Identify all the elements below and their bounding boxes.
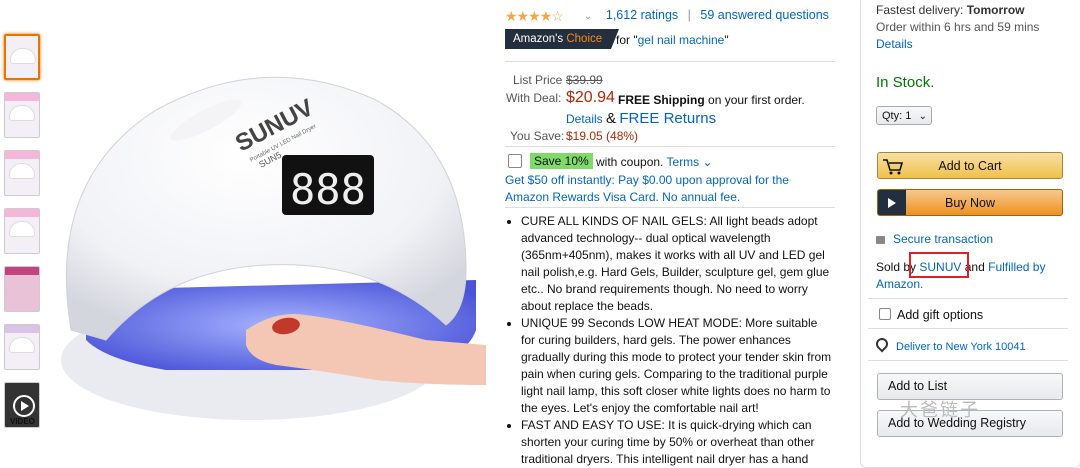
deal-label: With Deal: <box>506 91 562 105</box>
gift-label: Add gift options <box>897 308 984 322</box>
cart-icon <box>883 159 904 175</box>
order-within: Order within 6 hrs and 59 mins <box>876 20 1040 34</box>
ratings-count-link[interactable]: 1,612 ratings <box>606 8 678 22</box>
choice-prefix: Amazon's <box>513 33 564 45</box>
choice-query: for "gel nail machine" <box>616 33 729 47</box>
feature-bullets: CURE ALL KINDS OF NAIL GELS: All light b… <box>507 213 832 468</box>
amp: & <box>606 110 617 127</box>
thumbnail-2[interactable] <box>4 92 40 138</box>
video-label: VIDEO <box>10 417 35 426</box>
secure-transaction: Secure transaction <box>876 232 993 246</box>
coupon-text: with coupon. <box>596 155 664 169</box>
divider <box>505 207 835 208</box>
divider <box>868 328 1068 329</box>
list-price-label: List Price <box>513 73 563 87</box>
returns-line: Details & FREE Returns <box>566 110 716 127</box>
rewards-link[interactable]: Get $50 off instantly: Pay $0.00 upon ap… <box>505 172 835 206</box>
thumbnail-strip <box>4 34 42 440</box>
fastest-delivery: Fastest delivery: Tomorrow <box>876 3 1025 17</box>
free-shipping: FREE Shipping <box>618 93 705 107</box>
buy-now-button[interactable]: Buy Now <box>877 189 1063 216</box>
choice-word: Choice <box>566 33 603 45</box>
shipping-note: on your first order. <box>708 93 805 107</box>
secure-transaction-link[interactable]: Secure transaction <box>893 232 993 246</box>
quantity-select[interactable]: Qty: 1 ⌄ <box>876 106 932 125</box>
delivery-details-link[interactable]: Details <box>876 37 913 51</box>
add-to-cart-label: Add to Cart <box>938 159 1002 173</box>
feature-bullet: CURE ALL KINDS OF NAIL GELS: All light b… <box>521 213 832 315</box>
ratings-row: ⌄ 1,612 ratings | 59 answered questions <box>584 8 829 22</box>
answered-questions-link[interactable]: 59 answered questions <box>700 8 829 22</box>
terms-link[interactable]: Terms ⌄ <box>667 155 713 169</box>
star-rating[interactable]: ★★★★☆ <box>505 8 564 25</box>
details-link[interactable]: Details <box>566 112 603 126</box>
for-text: for " <box>616 33 638 47</box>
play-icon <box>13 395 35 417</box>
coupon-line: with coupon. Terms ⌄ <box>596 155 713 169</box>
feature-bullet: UNIQUE 99 Seconds LOW HEAT MODE: More su… <box>521 315 832 417</box>
play-icon <box>878 190 906 215</box>
product-image[interactable]: SUNUV Portable UV LED Nail Dryer SUN5 88… <box>46 40 496 440</box>
fastest-value: Tomorrow <box>966 3 1025 17</box>
deliver-to[interactable]: Deliver to New York 10041 <box>873 335 1026 353</box>
watermark: 大爸链子 <box>900 400 980 420</box>
divider <box>505 61 835 62</box>
coupon-checkbox[interactable] <box>508 154 522 168</box>
stock-status: In Stock. <box>876 74 935 91</box>
free-returns-link[interactable]: FREE Returns <box>619 110 716 127</box>
shipping-line: FREE Shipping on your first order. <box>618 93 805 107</box>
location-pin-icon <box>873 335 891 353</box>
deal-price: $20.94 <box>566 89 615 106</box>
divider <box>505 146 835 147</box>
thumbnail-4[interactable] <box>4 208 40 254</box>
seller-highlight-box <box>909 252 969 278</box>
coupon-badge: Save 10% <box>530 153 593 169</box>
ratings-separator: | <box>687 8 691 22</box>
gift-options[interactable]: Add gift options <box>876 307 983 322</box>
thumbnail-1[interactable] <box>4 34 40 80</box>
you-save-label: You Save: <box>510 129 565 143</box>
gift-checkbox[interactable] <box>879 308 891 320</box>
thumbnail-5[interactable] <box>4 266 40 312</box>
feature-bullet: FAST AND EASY TO USE: It is quick-drying… <box>521 417 832 468</box>
chevron-down-icon: ⌄ <box>918 111 927 122</box>
led-display-text: 888 <box>290 165 366 214</box>
buy-now-label: Buy Now <box>944 196 996 210</box>
qty-value: Qty: 1 <box>882 110 912 122</box>
add-to-cart-button[interactable]: Add to Cart <box>877 152 1063 179</box>
deliver-to-link[interactable]: Deliver to New York 10041 <box>896 341 1026 353</box>
close-quote: " <box>724 33 729 47</box>
thumbnail-6[interactable] <box>4 324 40 370</box>
divider <box>868 298 1068 299</box>
choice-query-link[interactable]: gel nail machine <box>638 33 725 47</box>
thumbnail-3[interactable] <box>4 150 40 196</box>
lock-icon <box>876 236 885 244</box>
add-to-list-label: Add to List <box>888 379 948 393</box>
fastest-label: Fastest delivery: <box>876 3 964 17</box>
you-save-value: $19.05 (48%) <box>566 129 639 143</box>
divider <box>868 360 1068 361</box>
amazons-choice-badge: Amazon's Choice <box>505 29 620 49</box>
chevron-down-icon[interactable]: ⌄ <box>584 11 592 22</box>
list-price-value: $39.99 <box>566 73 603 87</box>
